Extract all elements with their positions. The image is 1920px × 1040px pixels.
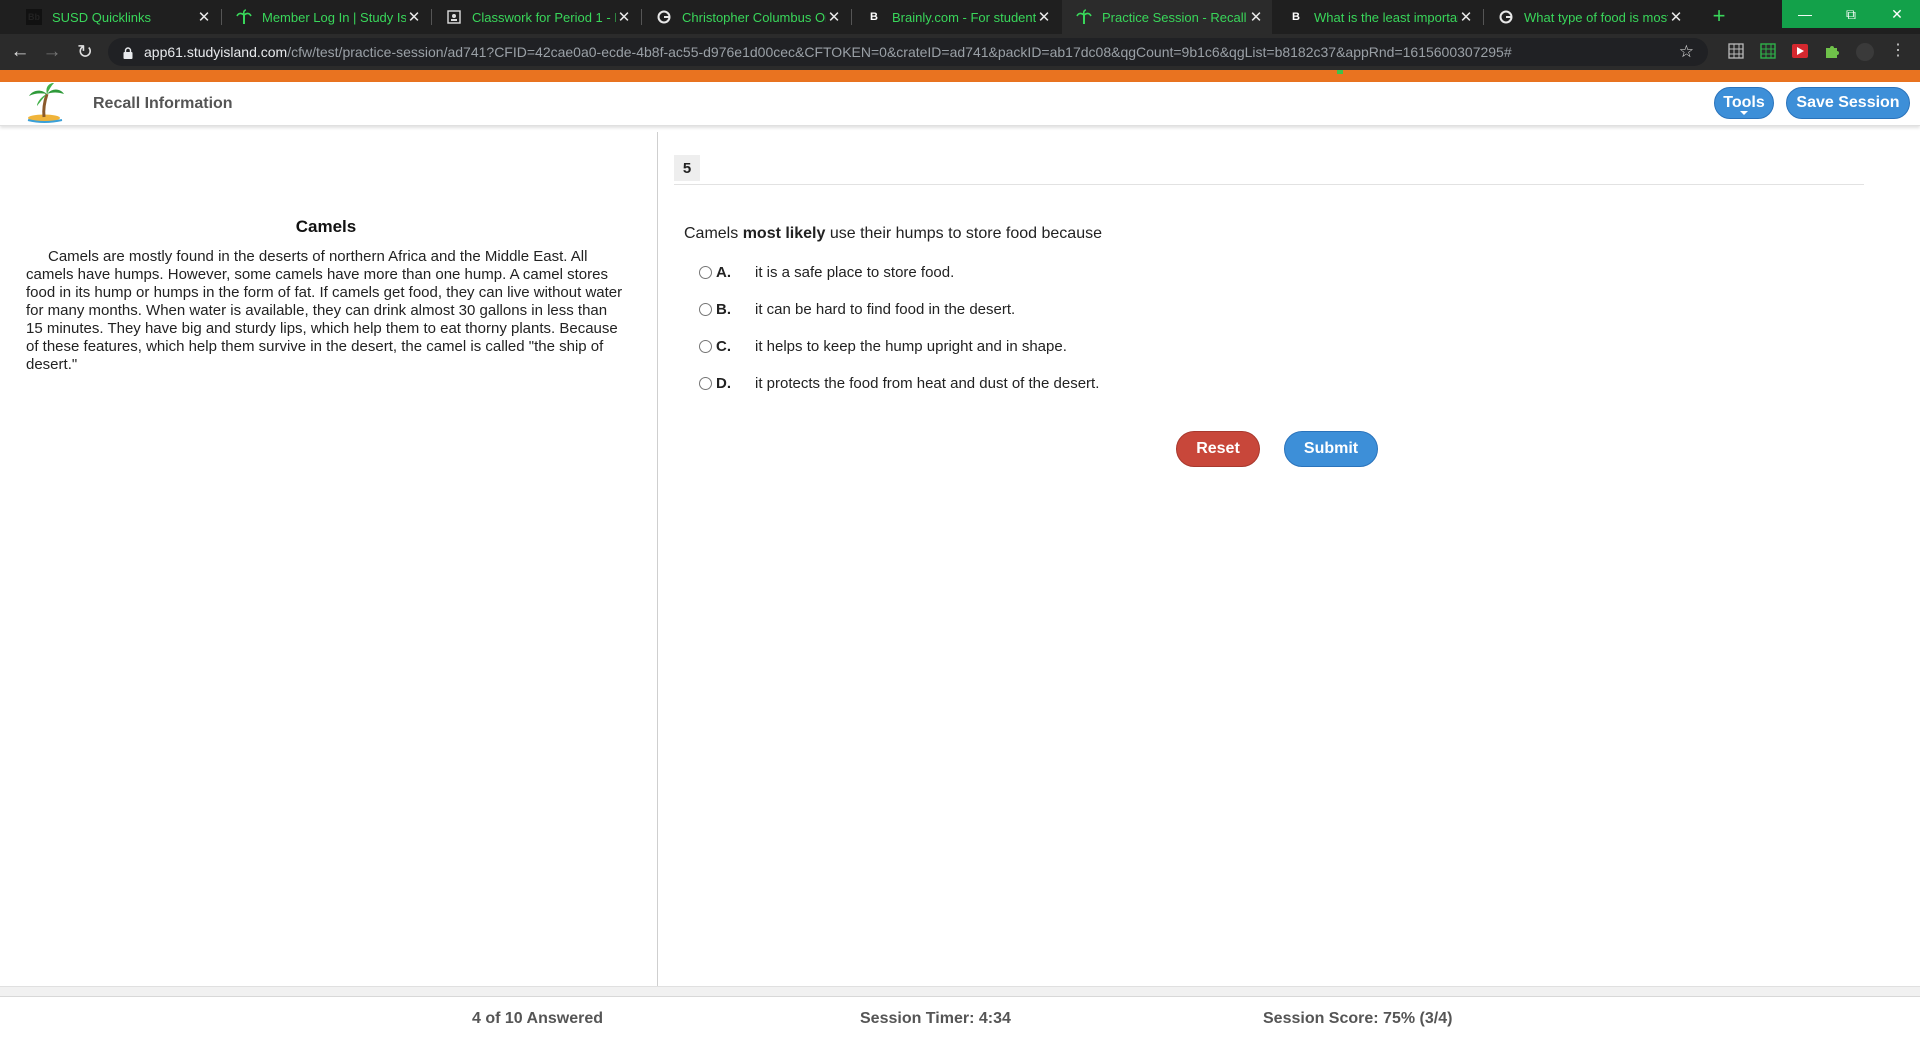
forward-icon[interactable]: → [40,40,64,64]
question-prefix: Camels [684,225,743,242]
url-path: /cfw/test/practice-session/ad741?CFID=42… [287,44,1512,60]
study-island-icon [236,9,252,25]
close-tab-icon[interactable]: ✕ [1668,8,1684,26]
minimize-icon[interactable]: — [1782,0,1828,28]
submit-button[interactable]: Submit [1284,431,1378,467]
save-session-label: Save Session [1796,94,1900,111]
question-suffix: use their humps to store food because [825,225,1102,242]
choice-letter: B. [716,300,731,318]
grid-extension-icon[interactable] [1728,43,1746,61]
app-header: Recall Information Tools Save Session [0,82,1920,126]
browser-tab-strip: Bb SUSD Quicklinks ✕ Member Log In | Stu… [0,0,1920,34]
tab-title: Brainly.com - For students. [892,9,1036,25]
choice-letter: D. [716,374,731,392]
close-tab-icon[interactable]: ✕ [1036,8,1052,26]
browser-tab[interactable]: Bb SUSD Quicklinks ✕ [12,0,220,34]
tab-title: SUSD Quicklinks [52,9,151,25]
submit-label: Submit [1303,440,1359,457]
close-tab-icon[interactable]: ✕ [406,8,422,26]
new-tab-icon[interactable]: + [1706,5,1732,29]
browser-tab[interactable]: B What is the least important ✕ [1274,0,1482,34]
radio-button[interactable] [699,339,712,353]
url-host: app61.studyisland.com [144,44,288,60]
url-text: app61.studyisland.com/cfw/test/practice-… [144,44,1512,60]
bookmark-star-icon[interactable]: ☆ [1679,42,1694,62]
classroom-icon [446,9,462,25]
choice-text: it can be hard to find food in the deser… [755,300,1016,318]
question-stem: Camels most likely use their humps to st… [684,225,1102,243]
reset-label: Reset [1196,440,1240,457]
browser-tab[interactable]: What type of food is most ✕ [1484,0,1692,34]
tab-title: What is the least important [1314,9,1458,25]
answered-count: 4 of 10 Answered [472,1010,604,1027]
back-icon[interactable]: ← [8,40,32,64]
brainly-icon: B [870,11,878,23]
profile-avatar-icon[interactable] [1856,43,1874,61]
choice-text: it helps to keep the hump upright and in… [755,337,1067,355]
choice-b[interactable]: B. it can be hard to find food in the de… [699,297,1015,321]
reset-button[interactable]: Reset [1176,431,1260,467]
accent-bar [0,70,1920,82]
question-pane: 5 Camels most likely use their humps to … [659,132,1920,986]
browser-tab-active[interactable]: Practice Session - Recall Info ✕ [1062,0,1272,34]
video-extension-icon[interactable] [1792,43,1810,61]
tab-title: What type of food is most [1524,9,1668,25]
session-timer: Session Timer: 4:34 [860,1010,1011,1027]
choice-text: it is a safe place to store food. [755,263,955,281]
radio-button[interactable] [699,265,712,279]
close-window-icon[interactable]: ✕ [1874,0,1920,28]
google-icon [656,9,672,25]
browser-toolbar: ← → ↻ app61.studyisland.com/cfw/test/pra… [0,34,1920,70]
lock-icon [122,46,134,59]
radio-button[interactable] [699,302,712,316]
choice-text: it protects the food from heat and dust … [755,374,1100,392]
passage-text: Camels are mostly found in the deserts o… [26,248,623,373]
study-island-logo-icon[interactable] [22,82,68,124]
sheets-extension-icon[interactable] [1760,43,1778,61]
browser-tab[interactable]: Christopher Columbus One ✕ [642,0,850,34]
study-island-icon [1076,9,1092,25]
close-tab-icon[interactable]: ✕ [1458,8,1474,26]
save-session-button[interactable]: Save Session [1786,87,1910,119]
divider [674,184,1864,185]
session-status-bar: 4 of 10 Answered Session Timer: 4:34 Ses… [0,996,1920,1040]
tab-title: Classwork for Period 1 - ELA [472,9,616,25]
choice-letter: C. [716,337,731,355]
browser-tab[interactable]: Member Log In | Study Island ✕ [222,0,430,34]
tools-button[interactable]: Tools [1714,87,1774,119]
choice-c[interactable]: C. it helps to keep the hump upright and… [699,334,1067,358]
address-bar[interactable]: app61.studyisland.com/cfw/test/practice-… [108,38,1708,66]
tab-title: Christopher Columbus One [682,9,826,25]
session-score: Session Score: 75% (3/4) [1263,1010,1453,1027]
radio-button[interactable] [699,376,712,390]
tools-label: Tools [1723,94,1765,111]
close-tab-icon[interactable]: ✕ [826,8,842,26]
page-title: Recall Information [93,95,233,112]
blackboard-icon: Bb [26,9,42,25]
restore-icon[interactable]: ⧉ [1828,0,1874,28]
browser-tab[interactable]: Classwork for Period 1 - ELA ✕ [432,0,640,34]
close-tab-icon[interactable]: ✕ [1248,8,1264,26]
browser-menu-icon[interactable]: ⋮ [1890,43,1908,61]
browser-tab[interactable]: B Brainly.com - For students. ✕ [852,0,1060,34]
close-tab-icon[interactable]: ✕ [196,8,212,26]
choice-letter: A. [716,263,731,281]
progress-tick [1337,70,1343,74]
footer-divider [0,986,1920,996]
passage-pane: Camels Camels are mostly found in the de… [0,132,658,986]
puzzle-extension-icon[interactable] [1824,43,1842,61]
caret-down-icon [1740,111,1748,115]
question-number: 5 [674,155,700,181]
google-icon [1498,9,1514,25]
choice-d[interactable]: D. it protects the food from heat and du… [699,371,1099,395]
tab-title: Practice Session - Recall Info [1102,9,1248,25]
brainly-icon: B [1292,11,1300,23]
question-emphasis: most likely [742,225,826,242]
passage-title: Camels [295,217,357,236]
tab-title: Member Log In | Study Island [262,9,406,25]
choice-a[interactable]: A. it is a safe place to store food. [699,260,954,284]
reload-icon[interactable]: ↻ [73,40,97,64]
close-tab-icon[interactable]: ✕ [616,8,632,26]
